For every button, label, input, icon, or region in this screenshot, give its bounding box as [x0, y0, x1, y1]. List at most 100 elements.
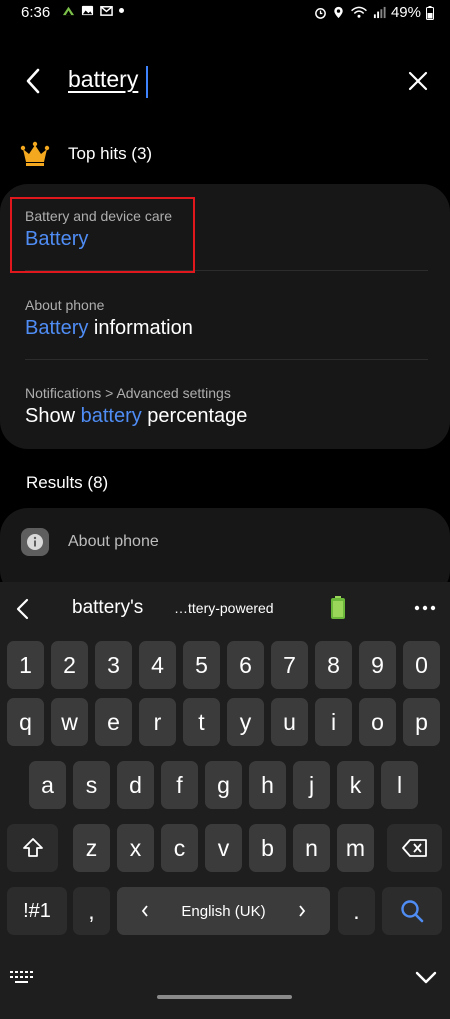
number-key-label: 6 — [239, 651, 252, 678]
letter-key-label: b — [261, 834, 274, 861]
letter-key-label: u — [283, 708, 296, 735]
search-key[interactable] — [382, 887, 442, 935]
letter-key-label: e — [107, 708, 120, 735]
letter-key-t[interactable]: t — [183, 698, 220, 746]
letter-key-u[interactable]: u — [271, 698, 308, 746]
result-item-about-phone[interactable]: About phone — [68, 533, 159, 551]
info-icon — [21, 528, 49, 556]
letter-key-d[interactable]: d — [117, 761, 154, 809]
letter-key-label: m — [345, 834, 366, 861]
letter-key-n[interactable]: n — [293, 824, 330, 872]
letter-key-label: k — [349, 771, 362, 798]
suggestion-1[interactable]: battery's — [72, 597, 143, 619]
hide-keyboard-chevron-icon[interactable] — [414, 966, 438, 988]
number-key-label: 2 — [63, 651, 76, 678]
search-icon — [401, 900, 424, 923]
letter-key-q[interactable]: q — [7, 698, 44, 746]
hit-title-highlight: Battery — [25, 317, 89, 339]
home-indicator[interactable] — [157, 995, 292, 999]
letter-key-label: i — [330, 708, 337, 735]
letter-key-label: q — [19, 708, 32, 735]
letter-key-c[interactable]: c — [161, 824, 198, 872]
number-key-6[interactable]: 6 — [227, 641, 264, 689]
letter-key-i[interactable]: i — [315, 698, 352, 746]
hit-title-prefix: Show — [25, 405, 81, 427]
letter-key-v[interactable]: v — [205, 824, 242, 872]
number-key-3[interactable]: 3 — [95, 641, 132, 689]
letter-key-j[interactable]: j — [293, 761, 330, 809]
back-arrow-icon[interactable] — [20, 62, 50, 100]
top-hit-show-battery-percentage[interactable]: Notifications > Advanced settings Show b… — [25, 385, 430, 428]
letter-key-e[interactable]: e — [95, 698, 132, 746]
search-input[interactable]: battery — [68, 66, 138, 93]
battery-icon — [426, 5, 434, 20]
close-icon[interactable] — [403, 66, 433, 96]
divider — [25, 359, 428, 360]
letter-key-label: a — [41, 771, 54, 798]
image-icon — [81, 5, 94, 16]
number-key-label: 8 — [327, 651, 340, 678]
space-key[interactable]: English (UK) — [117, 887, 330, 935]
letter-key-l[interactable]: l — [381, 761, 418, 809]
letter-key-k[interactable]: k — [337, 761, 374, 809]
signal-icon — [373, 6, 386, 19]
letter-key-x[interactable]: x — [117, 824, 154, 872]
comma-key-label: , — [88, 897, 95, 924]
location-icon — [334, 6, 343, 19]
hit-title: Battery information — [25, 317, 430, 340]
period-key-label: . — [353, 897, 360, 924]
letter-key-r[interactable]: r — [139, 698, 176, 746]
letter-key-label: g — [217, 771, 230, 798]
letter-key-o[interactable]: o — [359, 698, 396, 746]
letter-key-label: z — [85, 834, 98, 861]
backspace-key[interactable] — [387, 824, 442, 872]
letter-key-z[interactable]: z — [73, 824, 110, 872]
letter-key-label: o — [371, 708, 384, 735]
number-key-4[interactable]: 4 — [139, 641, 176, 689]
keyboard-grid-icon[interactable] — [9, 968, 35, 988]
top-hit-battery-information[interactable]: About phone Battery information — [25, 297, 430, 340]
letter-key-label: f — [176, 771, 183, 798]
number-key-label: 4 — [151, 651, 164, 678]
battery-emoji-icon[interactable] — [330, 596, 346, 620]
shift-key[interactable] — [7, 824, 58, 872]
gmail-icon — [100, 6, 113, 16]
more-options-icon[interactable] — [414, 604, 436, 612]
hit-title-rest: information — [88, 317, 193, 339]
hit-subtitle: About phone — [25, 297, 105, 313]
number-key-0[interactable]: 0 — [403, 641, 440, 689]
status-right-icons: 49% — [314, 4, 434, 21]
number-key-5[interactable]: 5 — [183, 641, 220, 689]
letter-key-h[interactable]: h — [249, 761, 286, 809]
letter-key-y[interactable]: y — [227, 698, 264, 746]
number-key-label: 3 — [107, 651, 120, 678]
letter-key-label: v — [217, 834, 230, 861]
symbols-key[interactable]: !#1 — [7, 887, 67, 935]
letter-key-p[interactable]: p — [403, 698, 440, 746]
letter-key-label: p — [415, 708, 428, 735]
hit-title: Show battery percentage — [25, 405, 430, 428]
alarm-icon — [315, 8, 326, 19]
status-notification-icons — [62, 4, 124, 17]
letter-key-a[interactable]: a — [29, 761, 66, 809]
text-cursor — [146, 66, 148, 98]
letter-key-f[interactable]: f — [161, 761, 198, 809]
letter-key-s[interactable]: s — [73, 761, 110, 809]
suggestion-2[interactable]: …ttery-powered — [174, 600, 274, 616]
number-key-2[interactable]: 2 — [51, 641, 88, 689]
period-key[interactable]: . — [338, 887, 375, 935]
comma-key[interactable]: , — [73, 887, 110, 935]
letter-key-label: j — [308, 771, 315, 798]
toolbar-back-icon[interactable] — [12, 596, 34, 622]
letter-key-w[interactable]: w — [51, 698, 88, 746]
number-key-label: 9 — [371, 651, 384, 678]
number-key-8[interactable]: 8 — [315, 641, 352, 689]
number-key-9[interactable]: 9 — [359, 641, 396, 689]
number-key-1[interactable]: 1 — [7, 641, 44, 689]
symbols-key-label: !#1 — [23, 899, 51, 922]
number-key-7[interactable]: 7 — [271, 641, 308, 689]
letter-key-m[interactable]: m — [337, 824, 374, 872]
letter-key-g[interactable]: g — [205, 761, 242, 809]
letter-key-label: r — [153, 708, 162, 735]
letter-key-b[interactable]: b — [249, 824, 286, 872]
